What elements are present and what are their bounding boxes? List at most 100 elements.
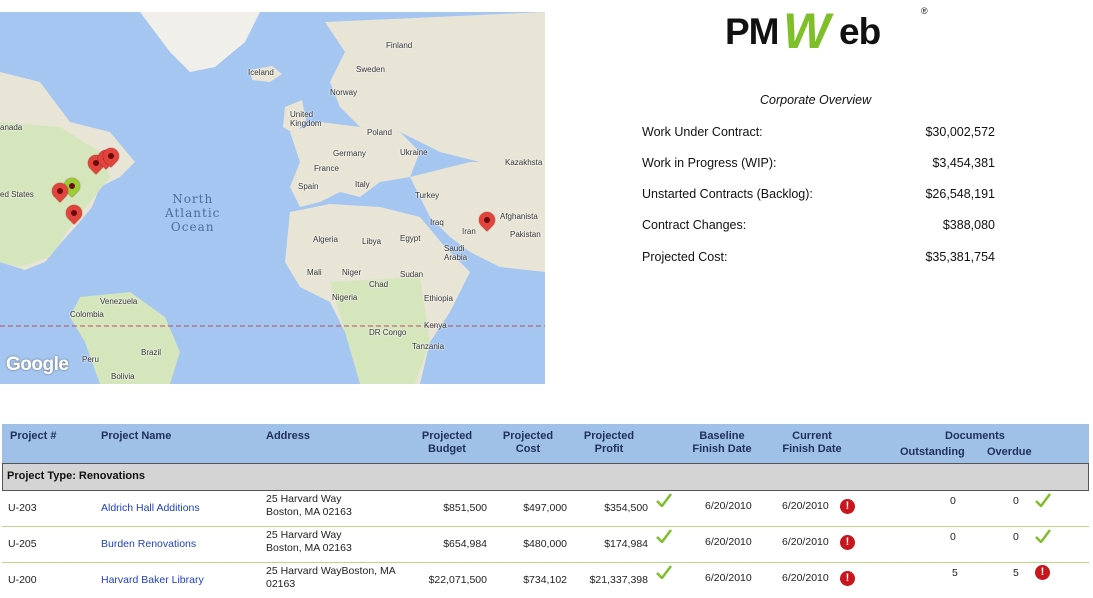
checkmark-icon	[1035, 529, 1051, 543]
map-label: Iceland	[248, 68, 274, 77]
overview-row: Unstarted Contracts (Backlog): $26,548,19…	[642, 187, 995, 201]
col-projected-budget[interactable]: Projected Budget	[412, 430, 482, 456]
projected-profit: $21,337,398	[589, 574, 648, 586]
map-label: Colombia	[70, 310, 104, 319]
checkmark-icon	[656, 493, 672, 507]
project-address: 25 Harvard Way Boston, MA 02163	[266, 529, 352, 554]
map-label: Sweden	[356, 65, 385, 74]
overview-row: Work Under Contract: $30,002,572	[642, 125, 995, 139]
alert-icon: !	[840, 535, 855, 550]
map-label: Ethiopia	[424, 294, 453, 303]
projected-budget: $654,984	[443, 538, 487, 550]
project-name-link[interactable]: Burden Renovations	[101, 538, 196, 551]
map-label: Afghanista	[500, 212, 538, 221]
project-no: U-203	[8, 502, 37, 514]
map-label: anada	[0, 123, 23, 132]
col-project-no[interactable]: Project #	[10, 430, 56, 443]
documents-overdue: 0	[1013, 531, 1019, 543]
map-provider-logo: Google	[6, 354, 69, 375]
col-project-name[interactable]: Project Name	[101, 430, 171, 443]
group-row[interactable]: Project Type: Renovations	[2, 463, 1089, 491]
project-name-link[interactable]: Harvard Baker Library	[101, 574, 204, 587]
map-label: Pakistan	[510, 230, 541, 239]
table-header: Project # Project Name Address Projected…	[2, 424, 1089, 464]
map-label: Spain	[298, 182, 319, 191]
map-label: ed States	[0, 190, 34, 199]
map-label: Ukraine	[400, 148, 428, 157]
projected-budget: $851,500	[443, 502, 487, 514]
map-label: Turkey	[415, 191, 440, 200]
checkmark-icon	[656, 565, 672, 579]
table-row[interactable]: U-203 Aldrich Hall Additions 25 Harvard …	[2, 490, 1089, 527]
map-label: Algeria	[313, 235, 338, 244]
map-label: Egypt	[400, 234, 421, 243]
current-finish: 6/20/2010	[782, 500, 829, 512]
map-label: Chad	[369, 280, 389, 289]
alert-icon: !	[840, 571, 855, 586]
map-label: Iraq	[430, 218, 444, 227]
overview-row: Contract Changes: $388,080	[642, 218, 995, 232]
col-current-finish[interactable]: Current Finish Date	[772, 430, 852, 456]
projected-cost: $497,000	[523, 502, 567, 514]
checkmark-icon	[656, 529, 672, 543]
baseline-finish: 6/20/2010	[705, 500, 752, 512]
project-address: 25 Harvard WayBoston, MA 02163	[266, 565, 396, 590]
map-label: Saudi Arabia	[444, 244, 468, 262]
current-finish: 6/20/2010	[782, 572, 829, 584]
map-label: Peru	[82, 355, 99, 364]
map-label: Mali	[307, 268, 322, 277]
alert-icon: !	[840, 499, 855, 514]
alert-icon: !	[1035, 565, 1050, 580]
map-label: Niger	[342, 268, 362, 277]
projected-profit: $174,984	[604, 538, 648, 550]
documents-outstanding: 0	[950, 531, 956, 543]
project-no: U-205	[8, 538, 37, 550]
current-finish: 6/20/2010	[782, 536, 829, 548]
overview-row: Work in Progress (WIP): $3,454,381	[642, 156, 995, 170]
map-label: Finland	[386, 41, 413, 50]
col-baseline-finish[interactable]: Baseline Finish Date	[682, 430, 762, 456]
project-address: 25 Harvard Way Boston, MA 02163	[266, 493, 352, 518]
map-label: Iran	[462, 227, 476, 236]
map-label: Norway	[330, 88, 358, 97]
checkmark-icon	[1035, 493, 1051, 507]
col-projected-profit[interactable]: Projected Profit	[574, 430, 644, 456]
col-address[interactable]: Address	[266, 430, 310, 443]
documents-outstanding: 0	[950, 495, 956, 507]
map-label: Kenya	[424, 321, 447, 330]
map-label: Bolivia	[111, 372, 135, 381]
documents-overdue: 0	[1013, 495, 1019, 507]
ocean-label: North Atlantic Ocean	[165, 192, 221, 234]
map-label: Sudan	[400, 270, 424, 279]
projected-cost: $480,000	[523, 538, 567, 550]
documents-overdue: 5	[1013, 567, 1019, 579]
col-projected-cost[interactable]: Projected Cost	[493, 430, 563, 456]
baseline-finish: 6/20/2010	[705, 536, 752, 548]
map-label: Germany	[333, 149, 366, 158]
map-label: Libya	[362, 237, 382, 246]
col-documents: Documents	[945, 430, 1005, 442]
project-no: U-200	[8, 574, 37, 586]
map-label: Venezuela	[100, 297, 138, 306]
group-label: Project Type: Renovations	[7, 470, 145, 482]
map-label: United Kingdom	[290, 110, 322, 128]
col-overdue[interactable]: Overdue	[987, 446, 1032, 459]
map-label: Tanzania	[412, 342, 445, 351]
baseline-finish: 6/20/2010	[705, 572, 752, 584]
map-label: Nigeria	[332, 293, 358, 302]
project-map[interactable]: Finland Iceland Sweden Norway United Kin…	[0, 12, 545, 384]
map-label: Italy	[355, 180, 370, 189]
overview-title: Corporate Overview	[760, 93, 872, 107]
projected-profit: $354,500	[604, 502, 648, 514]
overview-row: Projected Cost: $35,381,754	[642, 250, 995, 264]
documents-outstanding: 5	[952, 567, 958, 579]
projected-budget: $22,071,500	[428, 574, 487, 586]
table-row[interactable]: U-200 Harvard Baker Library 25 Harvard W…	[2, 562, 1089, 598]
table-row[interactable]: U-205 Burden Renovations 25 Harvard Way B…	[2, 526, 1089, 563]
map-label: Kazakhsta	[505, 158, 543, 167]
map-label: Brazil	[141, 348, 162, 357]
projected-cost: $734,102	[523, 574, 567, 586]
project-name-link[interactable]: Aldrich Hall Additions	[101, 502, 200, 515]
map-label: Poland	[367, 128, 392, 137]
col-outstanding[interactable]: Outstanding	[900, 446, 965, 459]
